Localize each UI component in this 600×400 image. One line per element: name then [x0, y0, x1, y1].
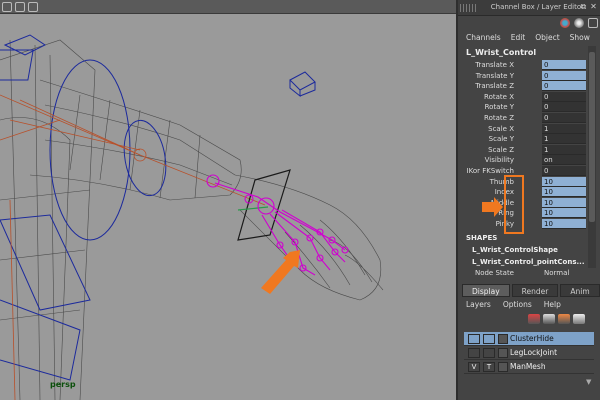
layer-name: ManMesh [510, 362, 546, 371]
tab-display[interactable]: Display [462, 284, 510, 297]
layer-row-manmesh[interactable]: V T ManMesh [464, 360, 594, 374]
layer-row-leglockjoint[interactable]: LegLockJoint [464, 346, 594, 360]
layer-name: ClusterHide [510, 334, 554, 343]
layer-editor-tabs: Display Render Anim [462, 284, 600, 297]
menu-options[interactable]: Options [503, 300, 532, 309]
layer-settings-icon[interactable] [573, 314, 585, 324]
annotation-arrow-viewport [261, 250, 300, 294]
highlight-box [504, 175, 524, 234]
visibility-toggle[interactable] [468, 334, 480, 344]
layer-editor-menu: Layers Options Help [466, 300, 561, 309]
layer-stack-icon[interactable] [543, 314, 555, 324]
template-toggle[interactable]: T [483, 362, 495, 372]
template-toggle[interactable] [483, 348, 495, 358]
scene-render [0, 34, 384, 400]
tab-render[interactable]: Render [511, 284, 559, 297]
visibility-toggle[interactable]: V [468, 362, 480, 372]
body-wireframe [0, 39, 384, 400]
visibility-toggle[interactable] [468, 348, 480, 358]
scroll-down-icon[interactable]: ▼ [586, 378, 591, 386]
camera-label: persp [50, 380, 76, 389]
layer-list: ClusterHide LegLockJoint V T ManMesh [464, 332, 594, 374]
layer-name: LegLockJoint [510, 348, 558, 357]
create-from-selected-icon[interactable] [558, 314, 570, 324]
layer-color-swatch[interactable] [498, 348, 508, 358]
layer-color-swatch[interactable] [498, 362, 508, 372]
skeleton-bones [0, 94, 266, 400]
new-layer-icon[interactable] [528, 314, 540, 324]
layer-row-clusterhide[interactable]: ClusterHide [464, 332, 594, 346]
annotation-arrow-channelbox [482, 197, 503, 217]
template-toggle[interactable] [483, 334, 495, 344]
menu-layers[interactable]: Layers [466, 300, 491, 309]
layer-color-swatch[interactable] [498, 334, 508, 344]
layer-tools [528, 314, 585, 324]
3d-viewport[interactable]: persp [0, 0, 456, 400]
tab-anim[interactable]: Anim [560, 284, 600, 297]
menu-help[interactable]: Help [544, 300, 561, 309]
